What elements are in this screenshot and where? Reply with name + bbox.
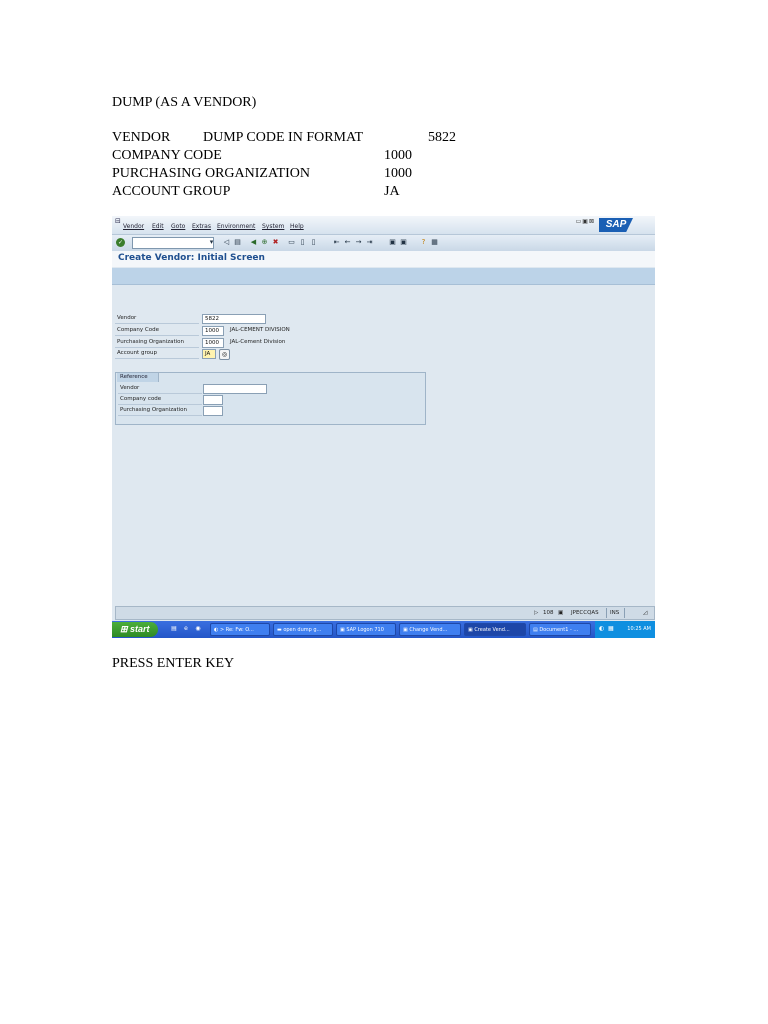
cancel-icon[interactable]: ✖	[271, 238, 280, 247]
company-code-label: Company Code	[115, 326, 199, 336]
layout-menu-icon[interactable]: ▦	[430, 238, 439, 247]
back-icon[interactable]: ◀	[249, 238, 258, 247]
find-icon[interactable]: ▯	[298, 238, 307, 247]
shortcut-icon[interactable]: ▣	[399, 238, 408, 247]
doc-row-label: COMPANY CODE	[112, 148, 222, 163]
taskbar-button-label: SAP Logon 710	[346, 627, 384, 633]
command-history-icon[interactable]: ▾	[207, 238, 216, 247]
account-group-input[interactable]: JA	[202, 349, 216, 359]
quicklaunch-outlook-icon[interactable]: ◉	[194, 625, 202, 633]
resize-handle-icon[interactable]: ◿	[643, 609, 647, 617]
server-name: JPECCQAS	[571, 610, 599, 616]
doc-row-mid: DUMP CODE IN FORMAT	[203, 130, 364, 145]
purchasing-org-label: Purchasing Organization	[115, 338, 199, 348]
tray-network-icon[interactable]: ◐	[599, 625, 604, 632]
reference-company-code-label: Company code	[118, 395, 202, 405]
reference-vendor-input[interactable]	[203, 384, 267, 394]
previous-page-icon[interactable]: ←	[343, 238, 352, 247]
taskbar-button[interactable]: ▤ Document1 - ...	[529, 623, 591, 636]
menu-bar: ⊟ Vendor Edit Goto Extras Environment Sy…	[112, 216, 655, 234]
command-field[interactable]	[132, 237, 214, 249]
standard-toolbar: ✓ ▾ ◁ ▤ ◀ ⊕ ✖ ▭ ▯ ▯ ⇤ ← → ⇥ ▣ ▣ ? ▦	[112, 234, 655, 251]
tray-clock: 10:25 AM	[627, 626, 651, 632]
insert-mode: INS	[610, 610, 620, 616]
taskbar-button[interactable]: ▬ open dump g...	[273, 623, 333, 636]
help-icon[interactable]: ?	[419, 238, 428, 247]
vendor-label: Vendor	[115, 314, 199, 324]
taskbar-button-label: > Re: Fw: O...	[219, 627, 254, 633]
start-label: start	[130, 624, 150, 634]
reference-purchasing-org-input[interactable]	[203, 406, 223, 416]
session-number: 108	[543, 610, 554, 616]
taskbar-button-label: Create Vend...	[474, 627, 510, 633]
purchasing-org-description: JAL-Cement Division	[230, 339, 286, 345]
find-next-icon[interactable]: ▯	[309, 238, 318, 247]
exit-icon[interactable]: ⊕	[260, 238, 269, 247]
vendor-input[interactable]: 5822	[202, 314, 266, 324]
doc-row-value: 1000	[384, 166, 412, 181]
doc-title: DUMP (AS A VENDOR)	[112, 95, 257, 110]
purchasing-org-input[interactable]: 1000	[202, 338, 224, 348]
status-separator	[606, 608, 607, 618]
enter-icon[interactable]: ✓	[116, 238, 125, 247]
last-page-icon[interactable]: ⇥	[365, 238, 374, 247]
screen-title: Create Vendor: Initial Screen	[118, 253, 265, 263]
reference-purchasing-org-label: Purchasing Organization	[118, 406, 202, 416]
doc-row-label: ACCOUNT GROUP	[112, 184, 231, 199]
doc-row-value: 1000	[384, 148, 412, 163]
quicklaunch-ie-icon[interactable]: e	[182, 625, 190, 633]
taskbar-button[interactable]: ▣ Change Vend...	[399, 623, 461, 636]
windows-taskbar: ⊞ start ▤ e ◉ ◐ > Re: Fw: O... ▬ open du…	[112, 621, 655, 638]
system-tray: ◐ ▦ 10:25 AM	[595, 621, 655, 638]
taskbar-button-active[interactable]: ▣ Create Vend...	[464, 623, 526, 636]
next-page-icon[interactable]: →	[354, 238, 363, 247]
reference-group-title: Reference	[117, 373, 159, 382]
screen-title-bar: Create Vendor: Initial Screen	[112, 251, 655, 267]
window-controls[interactable]: ▭▣⊠	[576, 218, 595, 225]
application-toolbar	[112, 268, 655, 285]
taskbar-button[interactable]: ▣ SAP Logon 710	[336, 623, 396, 636]
sap-logo: SAP	[599, 218, 633, 232]
company-code-description: JAL-CEMENT DIVISION	[230, 327, 290, 333]
doc-row-label: PURCHASING ORGANIZATION	[112, 166, 310, 181]
doc-row-value: 5822	[428, 130, 456, 145]
quicklaunch-desktop-icon[interactable]: ▤	[170, 625, 178, 633]
reference-company-code-input[interactable]	[203, 395, 223, 405]
save-icon[interactable]: ◁	[222, 238, 231, 247]
first-page-icon[interactable]: ⇤	[332, 238, 341, 247]
taskbar-button-label: Change Vend...	[409, 627, 448, 633]
doc-row-value: JA	[384, 184, 400, 199]
tray-language-icon[interactable]: ▦	[608, 625, 614, 632]
start-button[interactable]: ⊞ start	[112, 622, 158, 637]
window-menu-icon[interactable]: ⊟	[115, 217, 121, 225]
taskbar-button-label: open dump g...	[283, 627, 322, 633]
company-code-input[interactable]: 1000	[202, 326, 224, 336]
menu-vendor[interactable]: Vendor	[123, 223, 144, 230]
menu-system[interactable]: System	[262, 223, 284, 230]
reference-vendor-label: Vendor	[118, 384, 202, 394]
status-expand-icon[interactable]: ▷	[534, 609, 538, 617]
menu-edit[interactable]: Edit	[152, 223, 164, 230]
status-bar: ▷ 108 ▣ JPECCQAS INS ◿	[115, 606, 655, 620]
status-separator	[624, 608, 625, 618]
create-session-icon[interactable]: ▣	[388, 238, 397, 247]
account-group-label: Account group	[115, 349, 199, 359]
taskbar-button-label: Document1 - ...	[539, 627, 579, 633]
doc-footer: PRESS ENTER KEY	[112, 656, 235, 671]
sap-screenshot: ⊟ Vendor Edit Goto Extras Environment Sy…	[112, 216, 655, 638]
taskbar-button[interactable]: ◐ > Re: Fw: O...	[210, 623, 270, 636]
menu-help[interactable]: Help	[290, 223, 304, 230]
menu-goto[interactable]: Goto	[171, 223, 185, 230]
windows-logo-icon: ⊞	[120, 624, 131, 634]
save-disk-icon[interactable]: ▤	[233, 238, 242, 247]
search-help-icon[interactable]: ◎	[219, 349, 230, 360]
menu-extras[interactable]: Extras	[192, 223, 211, 230]
doc-row-label: VENDOR	[112, 130, 171, 145]
session-info-icon[interactable]: ▣	[558, 609, 563, 617]
menu-environment[interactable]: Environment	[217, 223, 255, 230]
print-icon[interactable]: ▭	[287, 238, 296, 247]
reference-group: Reference Vendor Company code Purchasing…	[115, 372, 426, 425]
